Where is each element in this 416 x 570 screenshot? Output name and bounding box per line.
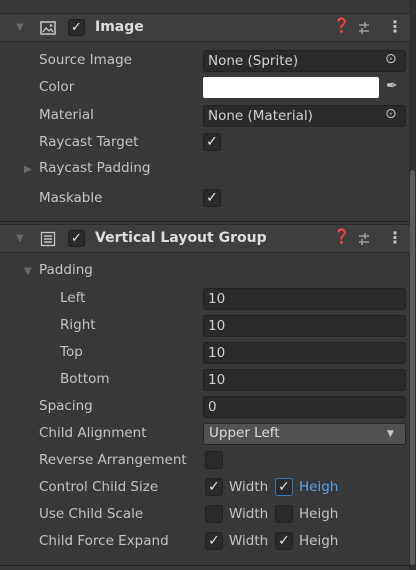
padding-right-value: 10: [208, 318, 226, 334]
source-image-value: None (Sprite): [208, 53, 299, 69]
color-label: Color: [39, 79, 75, 95]
padding-right-input[interactable]: 10: [203, 315, 406, 337]
padding-top-input[interactable]: 10: [203, 342, 406, 364]
maskable-label: Maskable: [39, 190, 103, 206]
control-child-size-height-checkbox[interactable]: ✓: [275, 478, 293, 496]
source-image-field[interactable]: None (Sprite): [203, 50, 406, 72]
spacing-input[interactable]: 0: [203, 396, 406, 418]
padding-bottom-input[interactable]: 10: [203, 369, 406, 391]
bottom-separator: [0, 565, 410, 566]
use-child-scale-height-checkbox[interactable]: [275, 505, 293, 523]
eyedropper-icon[interactable]: ✒: [386, 78, 398, 94]
child-force-expand-width-label: Width: [229, 533, 269, 549]
child-alignment-dropdown[interactable]: Upper Left ▼: [203, 423, 406, 445]
padding-right-label: Right: [60, 317, 96, 333]
image-component-title: Image: [95, 19, 144, 35]
component-separator: [0, 221, 410, 222]
control-child-size-label: Control Child Size: [39, 479, 159, 495]
source-image-label: Source Image: [39, 52, 132, 68]
reverse-arrangement-checkbox[interactable]: [205, 451, 223, 469]
use-child-scale-label: Use Child Scale: [39, 506, 144, 522]
spacing-label: Spacing: [39, 398, 93, 414]
color-swatch[interactable]: [203, 77, 379, 98]
vertical-layout-group-icon: [40, 231, 56, 247]
use-child-scale-height-label: Heigh: [299, 506, 339, 522]
control-child-size-height-label: Heigh: [299, 479, 339, 495]
use-child-scale-width-label: Width: [229, 506, 269, 522]
padding-top-label: Top: [60, 344, 83, 360]
raycast-target-checkbox[interactable]: ✓: [203, 133, 221, 151]
child-force-expand-height-checkbox[interactable]: ✓: [275, 532, 293, 550]
child-alignment-label: Child Alignment: [39, 425, 147, 441]
image-component-header[interactable]: ▼ ✓ Image ❓ ⋮: [0, 13, 410, 42]
presets-icon[interactable]: [357, 232, 371, 246]
vlg-foldout-arrow-icon[interactable]: ▼: [16, 233, 24, 244]
menu-icon[interactable]: ⋮: [387, 17, 403, 36]
padding-left-label: Left: [60, 290, 86, 306]
object-picker-icon[interactable]: ⊙: [385, 106, 397, 122]
child-force-expand-width-checkbox[interactable]: ✓: [205, 532, 223, 550]
vertical-layout-group-header[interactable]: ▼ ✓ Vertical Layout Group ❓ ⋮: [0, 224, 410, 253]
maskable-checkbox[interactable]: ✓: [203, 189, 221, 207]
reverse-arrangement-label: Reverse Arrangement: [39, 452, 187, 468]
raycast-target-label: Raycast Target: [39, 134, 139, 150]
child-force-expand-label: Child Force Expand: [39, 533, 169, 549]
help-icon[interactable]: ❓: [333, 229, 350, 245]
padding-left-input[interactable]: 10: [203, 288, 406, 310]
vlg-enabled-checkbox[interactable]: ✓: [68, 230, 85, 247]
raycast-padding-foldout-icon[interactable]: ▶: [24, 164, 32, 175]
material-label: Material: [39, 107, 94, 123]
presets-icon[interactable]: [357, 21, 371, 35]
raycast-padding-label[interactable]: Raycast Padding: [39, 160, 150, 176]
image-foldout-arrow-icon[interactable]: ▼: [16, 22, 24, 33]
padding-foldout-icon[interactable]: ▼: [24, 266, 32, 277]
menu-icon[interactable]: ⋮: [387, 228, 403, 247]
padding-bottom-label: Bottom: [60, 371, 110, 387]
material-field[interactable]: None (Material): [203, 105, 406, 127]
child-force-expand-height-label: Heigh: [299, 533, 339, 549]
image-enabled-checkbox[interactable]: ✓: [68, 19, 85, 36]
control-child-size-width-checkbox[interactable]: ✓: [205, 478, 223, 496]
vlg-component-title: Vertical Layout Group: [95, 230, 267, 246]
material-value: None (Material): [208, 108, 313, 124]
control-child-size-width-label: Width: [229, 479, 269, 495]
image-component-icon: [40, 21, 56, 35]
padding-top-value: 10: [208, 345, 226, 361]
use-child-scale-width-checkbox[interactable]: [205, 505, 223, 523]
padding-bottom-value: 10: [208, 372, 226, 388]
object-picker-icon[interactable]: ⊙: [385, 51, 397, 67]
inspector-scrollbar-thumb[interactable]: [410, 170, 415, 565]
chevron-down-icon: ▼: [387, 429, 394, 439]
help-icon[interactable]: ❓: [333, 18, 350, 34]
child-alignment-value: Upper Left: [209, 425, 280, 441]
padding-label[interactable]: Padding: [39, 262, 93, 278]
spacing-value: 0: [208, 399, 217, 415]
padding-left-value: 10: [208, 291, 226, 307]
